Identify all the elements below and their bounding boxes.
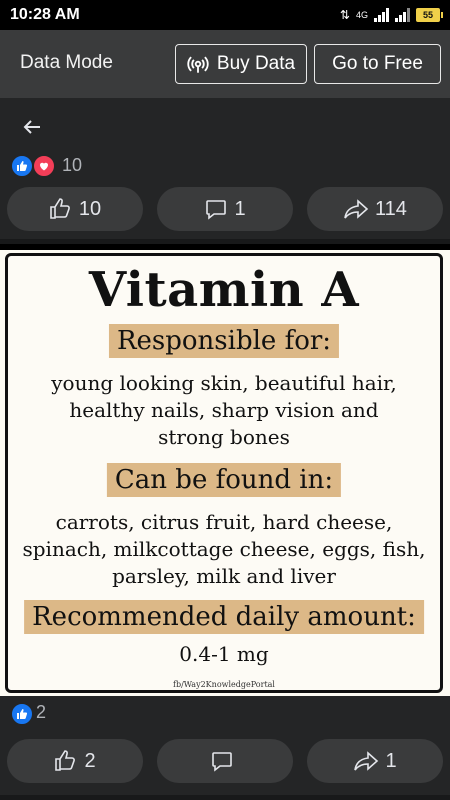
post2-like-button[interactable]: 2 <box>7 739 143 783</box>
love-reaction-icon <box>32 154 56 178</box>
poster-title: Vitamin A <box>88 262 360 318</box>
section1-line: young looking skin, beautiful hair, <box>51 371 397 395</box>
post2-comment-button[interactable] <box>157 739 293 783</box>
vitamin-a-infographic: Vitamin A Responsible for: young looking… <box>5 253 443 693</box>
like-reaction-icon <box>10 154 34 178</box>
post1-comment-button[interactable]: 1 <box>157 187 293 231</box>
status-icons: ⇅ 4G 55 <box>339 6 443 24</box>
broadcast-icon <box>187 56 209 73</box>
post1-share-button[interactable]: 114 <box>307 187 443 231</box>
section1-line: healthy nails, sharp vision and <box>69 398 379 422</box>
comment-icon <box>212 752 232 772</box>
post1-like-button[interactable]: 10 <box>7 187 143 231</box>
nav-bar <box>0 98 450 156</box>
post2-like-count: 2 <box>84 749 96 772</box>
section1-line: strong bones <box>158 425 290 449</box>
post1-comment-count: 1 <box>234 197 246 220</box>
post1-action-bar: 10 1 114 <box>0 179 450 239</box>
post2-share-button[interactable]: 1 <box>307 739 443 783</box>
network-type-label: 4G <box>355 10 368 20</box>
status-time: 10:28 AM <box>10 6 80 23</box>
go-to-free-label: Go to Free <box>332 53 423 74</box>
poster-credit: fb/Way2KnowledgePortal <box>173 680 275 689</box>
post1-like-count: 10 <box>78 197 102 220</box>
section2-line: carrots, citrus fruit, hard cheese, <box>55 510 393 534</box>
section2-heading: Can be found in: <box>106 463 342 497</box>
post2-action-bar: 2 1 <box>0 731 450 795</box>
post2-reaction-count: 2 <box>36 702 47 722</box>
go-to-free-button[interactable]: Go to Free <box>314 44 441 84</box>
section1-heading: Responsible for: <box>108 324 340 358</box>
signal-icon <box>374 8 389 22</box>
buy-data-button[interactable]: Buy Data <box>175 44 307 84</box>
post1-reaction-count: 10 <box>62 155 83 175</box>
post2-image[interactable]: Vitamin A Responsible for: young looking… <box>0 250 450 696</box>
share-icon <box>344 199 369 219</box>
signal-icon-2 <box>395 8 410 22</box>
section1-text: young looking skin, beautiful hair, heal… <box>8 370 440 451</box>
status-bar: 10:28 AM ⇅ 4G 55 <box>0 0 450 30</box>
battery-level: 55 <box>422 10 433 20</box>
share-icon <box>354 751 379 771</box>
data-mode-bar: Data Mode Buy Data Go to Free <box>0 30 450 98</box>
buy-data-label: Buy Data <box>216 53 296 74</box>
section3-value: 0.4-1 mg <box>179 642 269 666</box>
section2-text: carrots, citrus fruit, hard cheese, spin… <box>8 509 440 590</box>
thumbs-up-icon <box>55 750 76 771</box>
battery-icon: 55 <box>416 8 443 22</box>
back-arrow-icon[interactable] <box>20 115 44 139</box>
post2-share-count: 1 <box>385 749 397 772</box>
comment-icon <box>206 200 227 220</box>
data-transfer-icon: ⇅ <box>339 8 350 22</box>
thumbs-up-icon <box>50 198 70 219</box>
section2-line: parsley, milk and liver <box>112 564 336 588</box>
data-mode-label: Data Mode <box>20 52 113 73</box>
post1-share-count: 114 <box>375 197 407 220</box>
section3-heading: Recommended daily amount: <box>24 600 424 634</box>
like-reaction-icon <box>10 702 34 726</box>
section2-line: spinach, milkcottage cheese, eggs, fish, <box>22 537 426 561</box>
post2-reaction-summary[interactable]: 2 <box>0 696 450 732</box>
